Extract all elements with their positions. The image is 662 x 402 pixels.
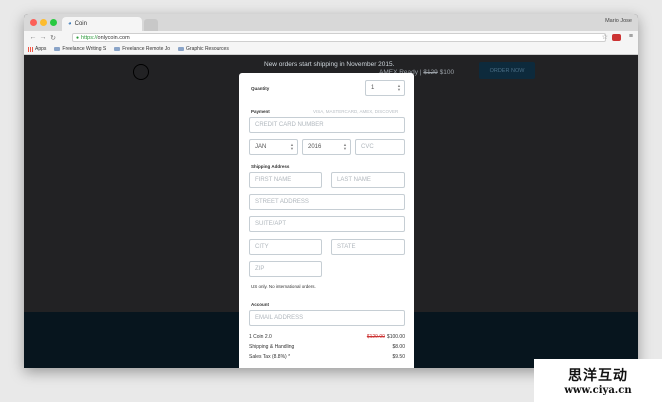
bookmark-label: Graphic Resources bbox=[186, 46, 229, 52]
bookmark-apps[interactable]: Apps bbox=[28, 46, 46, 52]
headline-old-price: $129 bbox=[423, 69, 438, 76]
forward-icon[interactable]: → bbox=[38, 34, 48, 41]
browser-tab[interactable]: ◕ Coin bbox=[62, 17, 142, 31]
order-line-tax: Sales Tax (8.8%) * $9.50 bbox=[249, 354, 405, 360]
card-number-field[interactable]: CREDIT CARD NUMBER bbox=[249, 117, 405, 133]
order-line-coin: 1 Coin 2.0 $129.00 $100.00 bbox=[249, 334, 405, 340]
line-item-name: Sales Tax (8.8%) * bbox=[249, 354, 291, 360]
new-tab-button[interactable] bbox=[144, 19, 158, 31]
url-host: onlycoin.com bbox=[97, 34, 130, 41]
shipping-address-label: Shipping Address bbox=[251, 164, 290, 169]
bookmark-graphic-resources[interactable]: Graphic Resources bbox=[178, 46, 229, 52]
watermark-url: www.ciya.cn bbox=[564, 385, 632, 396]
payment-label: Payment bbox=[251, 109, 270, 114]
page-content: New orders start shipping in November 20… bbox=[24, 55, 638, 368]
expiry-year-select[interactable]: 2016 ▲ ▼ bbox=[302, 139, 351, 155]
bookmarks-bar: Apps Freelance Writing S Freelance Remot… bbox=[24, 44, 638, 55]
url-scheme: https:// bbox=[81, 34, 98, 41]
expiry-month-select[interactable]: JAN ▲ ▼ bbox=[249, 139, 298, 155]
bookmark-label: Freelance Remote Jo bbox=[122, 46, 171, 52]
email-field[interactable]: EMAIL ADDRESS bbox=[249, 310, 405, 326]
line-item-price: $9.50 bbox=[392, 354, 405, 360]
address-bar[interactable]: ● https://onlycoin.com bbox=[72, 33, 606, 42]
headline-new-price: $100 bbox=[439, 69, 455, 76]
line-item-name: Shipping & Handling bbox=[249, 344, 295, 350]
line-item-name: 1 Coin 2.0 bbox=[249, 334, 272, 340]
quantity-value: 1 bbox=[371, 85, 375, 91]
suite-apt-field[interactable]: SUITE/APT bbox=[249, 216, 405, 232]
zip-field[interactable]: ZIP bbox=[249, 261, 322, 277]
checkout-modal: Quantity 1 ▲ ▼ Payment VISA, MASTERCARD, … bbox=[239, 73, 414, 368]
folder-icon bbox=[114, 47, 121, 51]
shipping-banner: New orders start shipping in November 20… bbox=[264, 61, 395, 68]
line-item-prices: $129.00 $100.00 bbox=[367, 334, 405, 340]
reload-icon[interactable]: ↻ bbox=[48, 34, 58, 42]
year-value: 2016 bbox=[308, 144, 322, 150]
lock-icon: ● bbox=[76, 34, 80, 41]
month-value: JAN bbox=[255, 144, 267, 150]
order-line-shipping: Shipping & Handling $8.00 bbox=[249, 344, 405, 350]
apps-grid-icon bbox=[28, 46, 33, 52]
profile-name[interactable]: Mario Jose bbox=[605, 18, 632, 24]
coin-favicon-icon: ◕ bbox=[68, 21, 72, 27]
line-item-price: $100.00 bbox=[386, 334, 405, 340]
back-icon[interactable]: ← bbox=[28, 34, 38, 41]
street-address-field[interactable]: STREET ADDRESS bbox=[249, 194, 405, 210]
folder-icon bbox=[54, 47, 61, 51]
extension-icon[interactable] bbox=[612, 34, 621, 41]
maximize-window-button[interactable] bbox=[50, 19, 57, 26]
shipping-note: US only. No international orders. bbox=[251, 284, 316, 289]
account-label: Account bbox=[251, 302, 269, 307]
toolbar: ← → ↻ ● https://onlycoin.com ☆ ≡ bbox=[24, 31, 638, 44]
state-field[interactable]: STATE bbox=[331, 239, 405, 255]
quantity-stepper[interactable]: 1 ▲ ▼ bbox=[365, 80, 405, 96]
select-arrows-icon: ▲ ▼ bbox=[290, 142, 294, 151]
last-name-field[interactable]: LAST NAME bbox=[331, 172, 405, 188]
line-item-old-price: $129.00 bbox=[366, 334, 385, 340]
menu-icon[interactable]: ≡ bbox=[629, 33, 633, 40]
bookmark-label: Apps bbox=[35, 46, 47, 52]
quantity-label: Quantity bbox=[251, 86, 270, 91]
order-now-button[interactable]: ORDER NOW bbox=[479, 62, 535, 79]
minimize-window-button[interactable] bbox=[40, 19, 47, 26]
bookmark-freelance-remote[interactable]: Freelance Remote Jo bbox=[114, 46, 170, 52]
line-item-price: $8.00 bbox=[392, 344, 405, 350]
watermark: 思洋互动 www.ciya.cn bbox=[534, 359, 662, 402]
watermark-chinese: 思洋互动 bbox=[568, 368, 628, 384]
city-field[interactable]: CITY bbox=[249, 239, 322, 255]
bookmark-label: Freelance Writing S bbox=[62, 46, 107, 52]
tab-title: Coin bbox=[74, 21, 87, 27]
accepted-cards-hint: VISA, MASTERCARD, AMEX, DISCOVER bbox=[313, 109, 399, 114]
stepper-arrows-icon: ▲ ▼ bbox=[397, 83, 401, 92]
folder-icon bbox=[178, 47, 185, 51]
close-window-button[interactable] bbox=[30, 19, 37, 26]
cursor-ring-icon bbox=[133, 64, 149, 80]
browser-window: ◕ Coin Mario Jose ← → ↻ ● https://onlyco… bbox=[24, 14, 638, 368]
bookmark-freelance-writing[interactable]: Freelance Writing S bbox=[54, 46, 106, 52]
cvc-field[interactable]: CVC bbox=[355, 139, 405, 155]
first-name-field[interactable]: FIRST NAME bbox=[249, 172, 322, 188]
bookmark-star-icon[interactable]: ☆ bbox=[602, 33, 608, 41]
tab-bar: ◕ Coin Mario Jose bbox=[24, 14, 638, 31]
select-arrows-icon: ▲ ▼ bbox=[343, 142, 347, 151]
